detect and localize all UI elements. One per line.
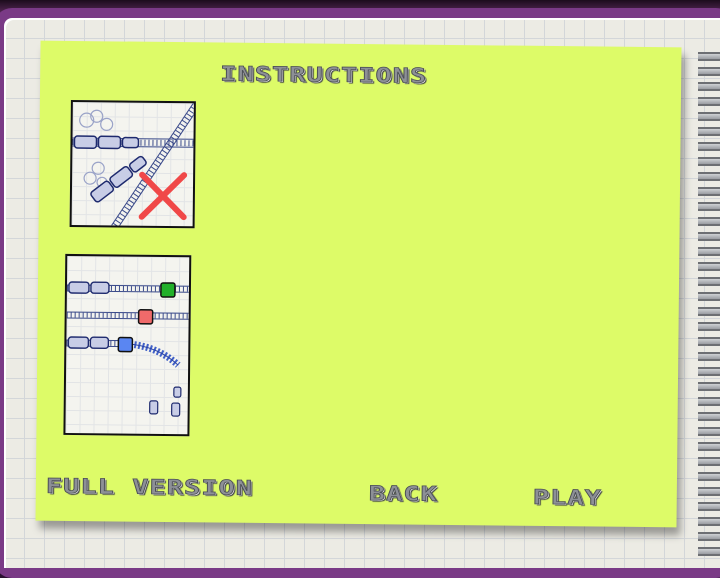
spiral-coil [698, 472, 720, 481]
blue-signal-icon[interactable] [117, 336, 134, 353]
spiral-coil [698, 247, 720, 256]
full-version-button[interactable]: FULL VERSION [45, 474, 253, 500]
crash-illustration-card [69, 99, 196, 229]
spiral-coil [698, 97, 720, 106]
spiral-binding [696, 52, 720, 572]
crash-illustration [72, 99, 196, 228]
spiral-coil [698, 127, 720, 136]
spiral-coil [698, 502, 720, 511]
spiral-coil [698, 307, 720, 316]
red-signal-icon[interactable] [137, 308, 154, 325]
spiral-coil [698, 142, 720, 151]
spiral-coil [698, 82, 720, 91]
spiral-coil [698, 322, 720, 331]
spiral-coil [698, 337, 720, 346]
spiral-coil [698, 157, 720, 166]
spiral-coil [698, 217, 720, 226]
switch-illustration-card [63, 253, 192, 437]
page-title: INSTRUCTIONS [220, 62, 428, 88]
red-x-icon [138, 171, 188, 221]
back-button[interactable]: BACK [368, 482, 438, 507]
instructions-panel: INSTRUCTIONS FULL VERSION BACK PLAY [35, 40, 682, 528]
spiral-coil [698, 352, 720, 361]
spiral-coil [698, 202, 720, 211]
spiral-coil [698, 457, 720, 466]
spiral-coil [698, 292, 720, 301]
spiral-coil [698, 367, 720, 376]
spiral-coil [698, 277, 720, 286]
track-2 [66, 311, 189, 320]
spiral-coil [698, 382, 720, 391]
spiral-coil [698, 52, 720, 61]
train-icon [73, 135, 140, 150]
spiral-coil [698, 412, 720, 421]
spiral-coil [698, 547, 720, 556]
spiral-coil [698, 532, 720, 541]
spiral-coil [698, 232, 720, 241]
cars-icon [149, 386, 182, 417]
spiral-coil [698, 442, 720, 451]
switch-illustration [66, 281, 189, 417]
spiral-coil [698, 172, 720, 181]
spiral-coil [698, 427, 720, 436]
spiral-coil [698, 397, 720, 406]
spiral-coil [698, 487, 720, 496]
spiral-coil [698, 187, 720, 196]
spiral-coil [698, 517, 720, 526]
play-button[interactable]: PLAY [532, 485, 602, 510]
spiral-coil [698, 67, 720, 76]
spiral-coil [698, 112, 720, 121]
green-signal-icon[interactable] [160, 282, 176, 298]
spiral-coil [698, 262, 720, 271]
